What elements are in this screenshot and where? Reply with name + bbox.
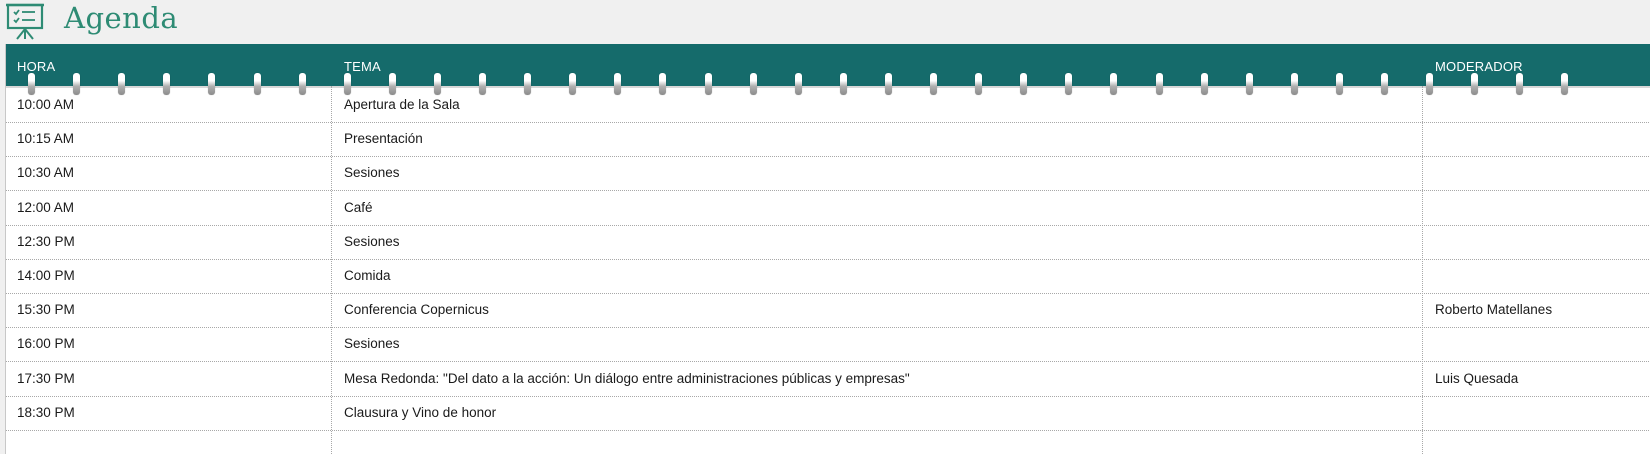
cell-tema[interactable]: Sesiones (344, 225, 1414, 259)
cell-hora[interactable]: 14:00 PM (17, 259, 317, 293)
agenda-table: HORA TEMA MODERADOR 10:00 AM Apertura de … (5, 44, 1650, 454)
table-row[interactable]: 12:30 PM Sesiones (6, 225, 1650, 260)
cell-tema[interactable]: Mesa Redonda: "Del dato a la acción: Un … (344, 362, 1414, 396)
table-row[interactable]: 10:00 AM Apertura de la Sala (6, 88, 1650, 123)
column-header-tema: TEMA (344, 59, 381, 74)
column-header-moderador: MODERADOR (1435, 59, 1523, 74)
cell-moderador[interactable] (1435, 259, 1650, 293)
cell-moderador[interactable] (1435, 225, 1650, 259)
cell-tema[interactable]: Conferencia Copernicus (344, 293, 1414, 327)
cell-moderador[interactable]: Roberto Matellanes (1435, 293, 1650, 327)
cell-moderador[interactable] (1435, 327, 1650, 361)
title-bar: Agenda (0, 0, 1650, 44)
cell-moderador[interactable]: Luis Quesada (1435, 362, 1650, 396)
cell-moderador[interactable] (1435, 396, 1650, 430)
cell-tema[interactable]: Sesiones (344, 156, 1414, 190)
cell-moderador[interactable] (1435, 88, 1650, 122)
cell-hora[interactable]: 10:15 AM (17, 122, 317, 156)
cell-tema[interactable]: Sesiones (344, 327, 1414, 361)
cell-hora[interactable]: 15:30 PM (17, 293, 317, 327)
cell-hora[interactable]: 17:30 PM (17, 362, 317, 396)
table-row[interactable]: 10:15 AM Presentación (6, 122, 1650, 158)
table-row[interactable]: 14:00 PM Comida (6, 259, 1650, 294)
cell-tema[interactable]: Presentación (344, 122, 1414, 156)
cell-hora[interactable]: 12:00 AM (17, 191, 317, 225)
cell-hora[interactable]: 12:30 PM (17, 225, 317, 259)
cell-tema[interactable]: Comida (344, 259, 1414, 293)
column-header-hora: HORA (17, 59, 56, 74)
cell-moderador[interactable] (1435, 156, 1650, 190)
cell-hora[interactable]: 10:30 AM (17, 156, 317, 190)
table-row[interactable]: 10:30 AM Sesiones (6, 156, 1650, 192)
table-row[interactable]: 17:30 PM Mesa Redonda: "Del dato a la acc… (6, 362, 1650, 397)
cell-hora[interactable]: 10:00 AM (17, 88, 317, 122)
table-row[interactable]: 12:00 AM Café (6, 191, 1650, 226)
cell-hora[interactable]: 18:30 PM (17, 396, 317, 430)
cell-tema[interactable]: Clausura y Vino de honor (344, 396, 1414, 430)
cell-moderador[interactable] (1435, 122, 1650, 156)
cell-tema[interactable]: Café (344, 191, 1414, 225)
cell-tema[interactable]: Apertura de la Sala (344, 88, 1414, 122)
cell-hora[interactable]: 16:00 PM (17, 327, 317, 361)
table-row[interactable]: 16:00 PM Sesiones (6, 327, 1650, 363)
presentation-board-icon (6, 3, 44, 40)
table-header: HORA TEMA MODERADOR (6, 44, 1650, 88)
page-title: Agenda (64, 1, 179, 35)
table-row[interactable]: 18:30 PM Clausura y Vino de honor (6, 396, 1650, 431)
table-row[interactable]: 15:30 PM Conferencia Copernicus Roberto Ma… (6, 293, 1650, 329)
cell-moderador[interactable] (1435, 191, 1650, 225)
